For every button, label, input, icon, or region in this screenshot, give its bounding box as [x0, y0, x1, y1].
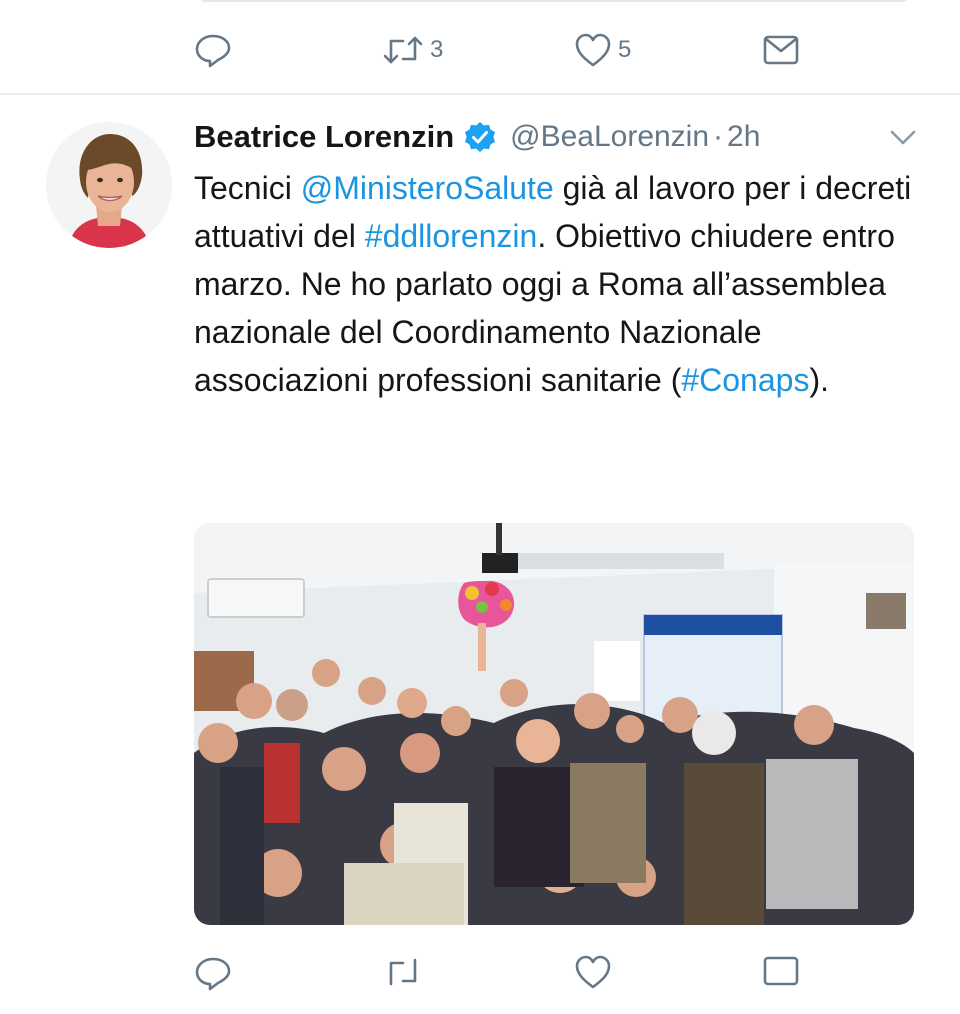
display-name[interactable]: Beatrice Lorenzin — [194, 119, 454, 155]
tweet-action-bar — [0, 948, 960, 1008]
tweet-menu-button[interactable] — [888, 124, 918, 155]
tweet-text-part: ). — [809, 362, 829, 398]
tweet-photo[interactable] — [194, 523, 914, 925]
hashtag-link[interactable]: #ddllorenzin — [365, 218, 538, 254]
heart-icon — [575, 33, 611, 67]
reply-button[interactable] — [194, 948, 232, 1014]
avatar-photo — [46, 122, 172, 248]
mail-icon — [763, 956, 799, 986]
retweet-icon — [383, 36, 423, 64]
separator-dot: · — [713, 120, 724, 153]
like-button[interactable] — [574, 948, 612, 1014]
retweet-icon — [389, 958, 417, 986]
tweet-header: Beatrice Lorenzin @BeaLorenzin · 2h — [194, 112, 760, 162]
tweet-text-part: Tecnici — [194, 170, 301, 206]
handle[interactable]: @BeaLorenzin — [510, 120, 709, 154]
verified-badge — [464, 121, 496, 153]
like-button[interactable]: 5 — [574, 20, 631, 80]
previous-tweet-media-edge — [196, 0, 912, 2]
chevron-down-icon — [890, 130, 916, 145]
retweet-count: 3 — [430, 36, 444, 63]
direct-message-button[interactable] — [762, 20, 800, 80]
group-photo-illustration — [194, 523, 914, 925]
like-count: 5 — [618, 36, 632, 63]
retweet-button[interactable]: 3 — [382, 20, 443, 80]
reply-icon — [195, 34, 231, 68]
timestamp[interactable]: 2h — [727, 120, 760, 154]
hashtag-link[interactable]: #Conaps — [681, 362, 809, 398]
heart-icon — [575, 955, 611, 989]
direct-message-button[interactable] — [762, 948, 800, 1014]
retweet-button[interactable] — [382, 948, 424, 1014]
tweet-text: Tecnici @MinisteroSalute già al lavoro p… — [194, 164, 914, 404]
previous-tweet-action-bar: 3 5 — [0, 20, 960, 80]
mail-icon — [763, 35, 799, 65]
mention-link[interactable]: @MinisteroSalute — [301, 170, 554, 206]
reply-button[interactable] — [194, 20, 238, 80]
tweet-divider — [0, 93, 960, 95]
avatar[interactable] — [46, 122, 172, 248]
verified-badge-icon — [465, 122, 496, 152]
